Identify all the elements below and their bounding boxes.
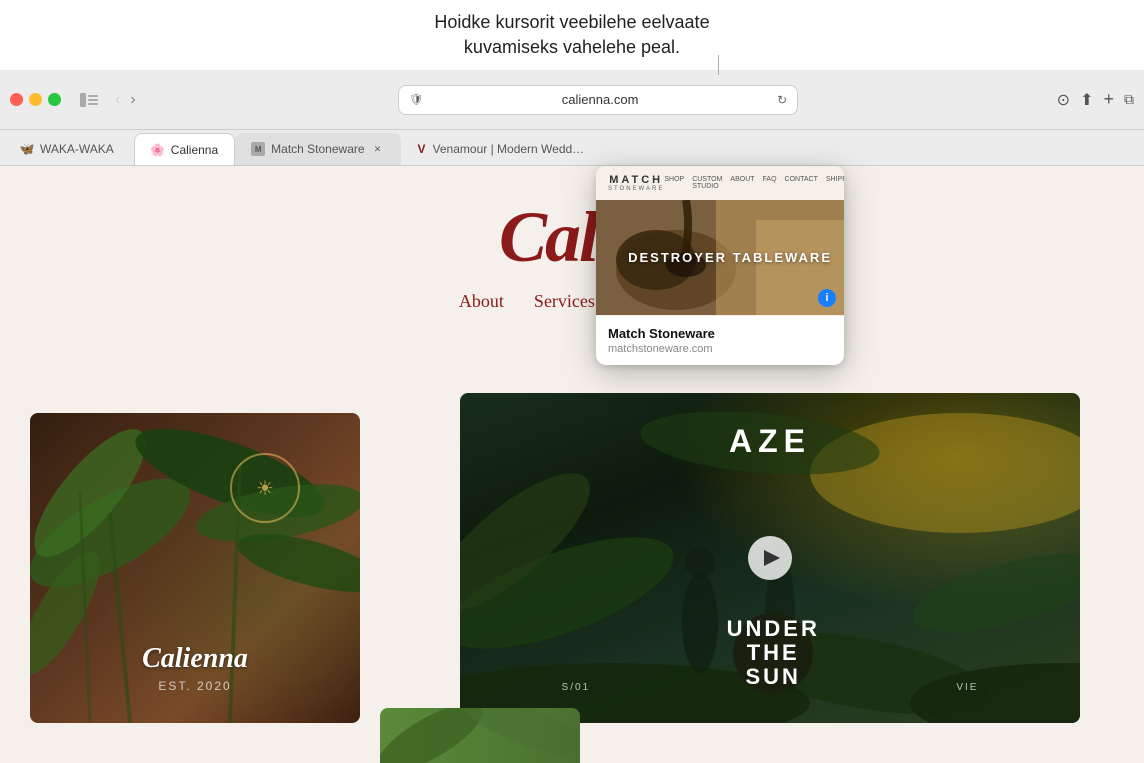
tab-close-match[interactable]: ✕: [371, 142, 385, 156]
match-nav-custom: CUSTOM STUDIO: [692, 176, 722, 190]
nav-about[interactable]: About: [459, 291, 504, 312]
match-info-icon[interactable]: i: [818, 289, 836, 307]
tooltip: Hoidke kursorit veebilehe eelvaate kuvam…: [434, 10, 709, 60]
tab-label-match: Match Stoneware: [271, 142, 364, 156]
bottom-small-card: [380, 708, 580, 763]
bottom-circle: UNDERTHE SUN: [733, 613, 813, 693]
tab-bar: 🦋 WAKA-WAKA 🌸 Calienna M Match Stoneware…: [0, 130, 1144, 166]
address-bar-container: 🛡 calienna.com ↻: [148, 85, 1049, 115]
tab-favicon-match: M: [251, 142, 265, 156]
match-nav-about: ABOUT: [730, 176, 754, 190]
close-button[interactable]: [10, 93, 23, 106]
traffic-lights: [10, 93, 61, 106]
right-card: AZE S/01 UNDERTHE SUN VIE: [460, 393, 1080, 723]
play-triangle-icon: [764, 550, 780, 566]
preview-site-name: Match Stoneware: [608, 326, 832, 341]
tab-label-venamour: Venamour | Modern Wedding Invitations: [433, 142, 585, 156]
maximize-button[interactable]: [48, 93, 61, 106]
download-icon[interactable]: ⊙: [1057, 90, 1070, 110]
small-card-image: [380, 708, 580, 763]
tab-label-waka: WAKA-WAKA: [40, 142, 114, 156]
tab-calienna[interactable]: 🌸 Calienna: [134, 133, 235, 165]
address-bar[interactable]: 🛡 calienna.com ↻: [398, 85, 798, 115]
bottom-label-s01: S/01: [562, 682, 591, 693]
sidebar-toggle-button[interactable]: [75, 90, 103, 110]
match-image-text: DESTROYER TABLEWARE: [628, 250, 832, 265]
preview-url: matchstoneware.com: [608, 343, 832, 355]
tooltip-line1: Hoidke kursorit veebilehe eelvaate: [434, 12, 709, 32]
left-card-logo: Calienna: [142, 643, 248, 675]
bottom-label-under: UNDERTHE SUN: [727, 617, 820, 690]
match-site-header: MATCH STONEWARE SHOP CUSTOM STUDIO ABOUT…: [596, 166, 844, 200]
main-content: Calie About Services Under T: [0, 166, 1144, 763]
tab-preview-popup: MATCH STONEWARE SHOP CUSTOM STUDIO ABOUT…: [596, 166, 844, 365]
bottom-label-vie: VIE: [956, 682, 978, 693]
preview-info: Match Stoneware matchstoneware.com: [596, 316, 844, 365]
tab-favicon-calienna: 🌸: [151, 143, 165, 157]
right-card-title: AZE: [729, 423, 811, 460]
left-card-est: EST. 2020: [158, 679, 231, 693]
match-nav-shop: SHOP: [664, 176, 684, 190]
preview-website: MATCH STONEWARE SHOP CUSTOM STUDIO ABOUT…: [596, 166, 844, 316]
forward-button[interactable]: ›: [126, 89, 139, 111]
match-nav-contact: CONTACT: [785, 176, 818, 190]
left-card: ☀ Calienna EST. 2020: [30, 413, 360, 723]
share-icon[interactable]: ⬆: [1080, 90, 1093, 110]
match-nav-faq: FAQ: [763, 176, 777, 190]
browser-right-icons: ⊙ ⬆ + ⧉: [1057, 89, 1134, 110]
browser-chrome: ‹ › 🛡 calienna.com ↻ ⊙ ⬆ + ⧉: [0, 70, 1144, 130]
reload-icon[interactable]: ↻: [777, 93, 787, 107]
tab-venamour[interactable]: V Venamour | Modern Wedding Invitations: [401, 133, 601, 165]
tooltip-line2: kuvamiseks vahelehe peal.: [464, 37, 680, 57]
tab-favicon-waka: 🦋: [20, 142, 34, 156]
tab-waka-waka[interactable]: 🦋 WAKA-WAKA: [0, 133, 134, 165]
tooltip-indicator-line: [718, 55, 719, 75]
emblem: ☀: [230, 453, 300, 523]
tab-favicon-venamour: V: [417, 142, 427, 156]
bottom-labels: S/01 UNDERTHE SUN VIE: [460, 613, 1080, 693]
url-display: calienna.com: [429, 92, 771, 107]
match-product-image: DESTROYER TABLEWARE i: [596, 200, 844, 315]
tab-manager-icon[interactable]: ⧉: [1124, 91, 1134, 108]
tab-label-calienna: Calienna: [171, 143, 218, 157]
match-sublogo: STONEWARE: [608, 186, 664, 192]
shield-icon: 🛡: [409, 93, 423, 106]
plant-decoration: [30, 413, 360, 723]
play-button[interactable]: [748, 536, 792, 580]
calienna-website: Calie About Services Under T: [0, 166, 1144, 763]
nav-arrows: ‹ ›: [111, 89, 140, 111]
minimize-button[interactable]: [29, 93, 42, 106]
new-tab-button[interactable]: +: [1103, 89, 1114, 110]
match-nav: SHOP CUSTOM STUDIO ABOUT FAQ CONTACT SHI…: [664, 176, 844, 190]
back-button[interactable]: ‹: [111, 89, 124, 111]
tab-match-stoneware[interactable]: M Match Stoneware ✕: [235, 133, 400, 165]
match-logo: MATCH: [609, 174, 663, 186]
nav-services[interactable]: Services: [534, 291, 595, 312]
match-nav-shipping: SHIPPING: [826, 176, 844, 190]
